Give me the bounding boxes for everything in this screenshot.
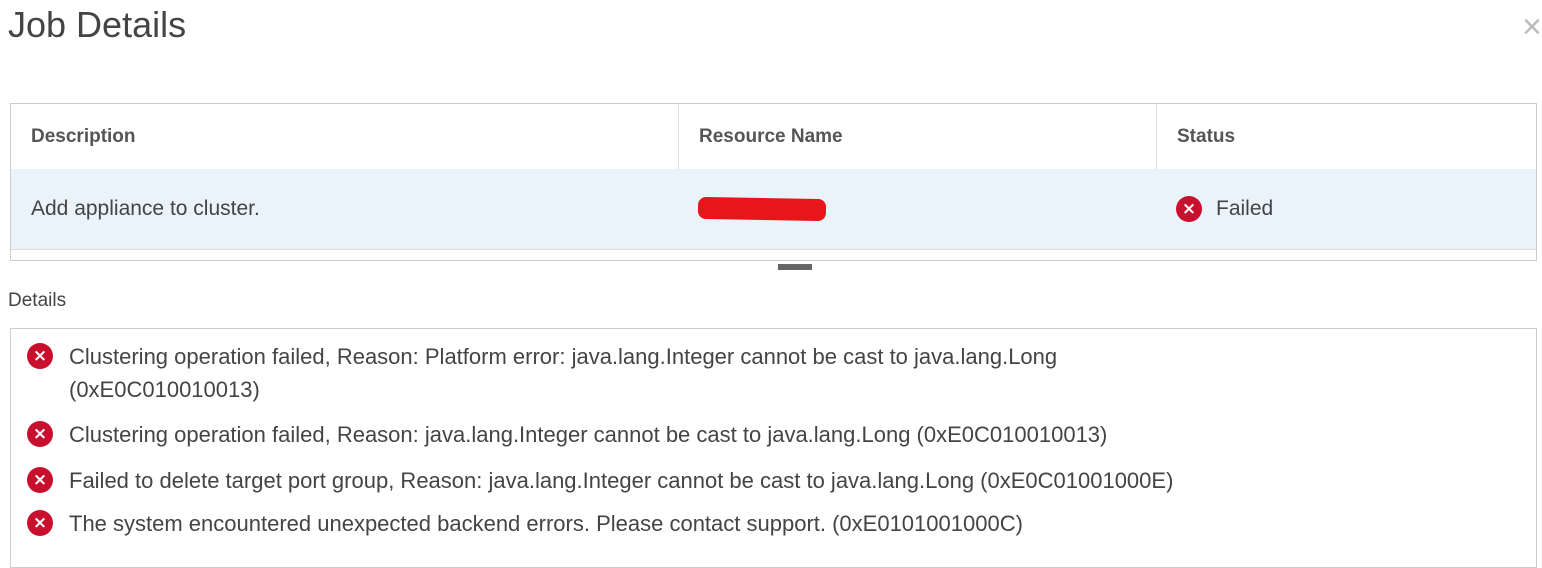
table-header: Description Resource Name Status xyxy=(11,104,1536,170)
status-text: Failed xyxy=(1216,197,1274,220)
cell-resource-name xyxy=(678,169,1156,249)
column-header-resource-name[interactable]: Resource Name xyxy=(678,104,1156,169)
error-message-text: Clustering operation failed, Reason: Pla… xyxy=(69,344,1058,402)
details-box: × Clustering operation failed, Reason: P… xyxy=(10,328,1537,568)
error-message: × Clustering operation failed, Reason: j… xyxy=(27,418,1469,451)
table-row[interactable]: Add appliance to cluster. × Failed xyxy=(11,169,1536,250)
redaction-mark xyxy=(697,196,827,222)
error-icon: × xyxy=(27,421,53,447)
error-message: × The system encountered unexpected back… xyxy=(27,507,1469,540)
error-icon: × xyxy=(27,343,53,369)
dialog-title: Job Details xyxy=(8,4,187,45)
job-table: Description Resource Name Status Add app… xyxy=(10,103,1537,261)
column-header-status[interactable]: Status xyxy=(1156,104,1536,169)
error-message: × Failed to delete target port group, Re… xyxy=(27,464,1469,497)
error-message-text: Failed to delete target port group, Reas… xyxy=(69,468,1174,493)
resize-handle[interactable] xyxy=(778,264,812,270)
error-icon: × xyxy=(1176,196,1202,222)
close-icon[interactable]: × xyxy=(1522,10,1542,44)
error-message-text: Clustering operation failed, Reason: jav… xyxy=(69,422,1108,447)
error-icon: × xyxy=(27,510,53,536)
cell-status: × Failed xyxy=(1156,169,1536,249)
column-header-description[interactable]: Description xyxy=(11,104,678,169)
cell-description: Add appliance to cluster. xyxy=(31,197,260,220)
error-message-text: The system encountered unexpected backen… xyxy=(69,511,1023,536)
details-label: Details xyxy=(8,290,67,311)
error-message: × Clustering operation failed, Reason: P… xyxy=(27,340,1249,406)
error-icon: × xyxy=(27,467,53,493)
